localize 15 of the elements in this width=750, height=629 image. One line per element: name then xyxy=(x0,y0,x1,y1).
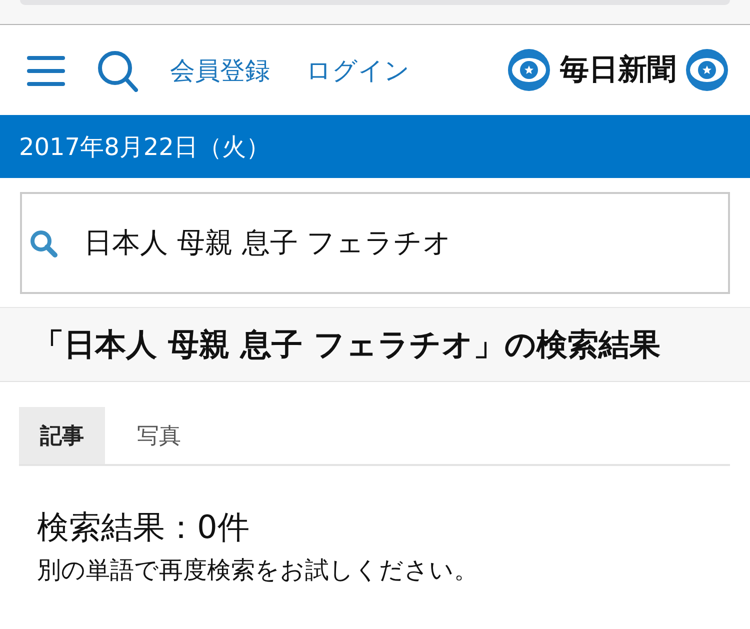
date-text: 2017年8月22日（火） xyxy=(19,132,270,162)
star-circle-icon xyxy=(508,49,550,91)
site-logo-text[interactable]: 毎日新聞 xyxy=(560,50,676,90)
search-icon xyxy=(30,230,58,258)
search-icon[interactable] xyxy=(98,50,138,92)
header-link[interactable]: 会員登録 xyxy=(170,54,270,86)
result-count: 検索結果：0件 xyxy=(37,507,250,548)
results-heading: 「日本人 母親 息子 フェラチオ」の検索結果 xyxy=(33,326,660,364)
star-circle-icon xyxy=(686,49,728,91)
no-results-message: 別の単語で再度検索をお試しください。 xyxy=(37,555,478,586)
tab[interactable]: 記事 xyxy=(19,407,105,464)
header-link[interactable]: ログイン xyxy=(306,54,410,86)
menu-icon[interactable] xyxy=(27,56,65,86)
search-field[interactable]: 日本人 母親 息子 フェラチオ xyxy=(20,192,730,294)
tab[interactable]: 写真 xyxy=(116,407,202,464)
